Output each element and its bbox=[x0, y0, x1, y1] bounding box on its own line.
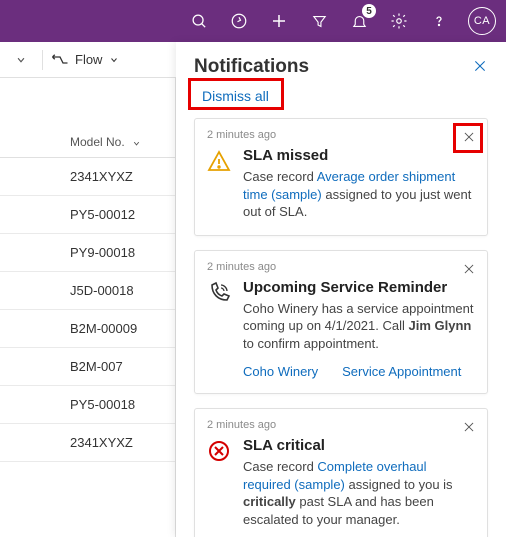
notification-title: Upcoming Service Reminder bbox=[243, 279, 475, 296]
table-row[interactable]: PY9-00018 bbox=[0, 234, 175, 272]
table-row[interactable]: J5D-00018 bbox=[0, 272, 175, 310]
notification-timestamp: 2 minutes ago bbox=[207, 129, 475, 141]
close-panel-icon[interactable] bbox=[472, 58, 488, 77]
flow-label-text: Flow bbox=[75, 52, 102, 67]
notification-badge: 5 bbox=[362, 4, 376, 18]
back-chevron-icon[interactable] bbox=[8, 53, 34, 67]
error-icon bbox=[207, 437, 233, 528]
table-row[interactable]: PY5-00012 bbox=[0, 196, 175, 234]
notification-card-sla-critical: 2 minutes ago SLA critical Case record C… bbox=[194, 408, 488, 537]
filter-icon[interactable] bbox=[308, 10, 330, 32]
column-header-model-no[interactable]: Model No. bbox=[0, 78, 175, 158]
notification-body: Coho Winery has a service appointment co… bbox=[243, 300, 475, 353]
table-row[interactable]: 2341XYXZ bbox=[0, 158, 175, 196]
notification-body: Case record Average order shipment time … bbox=[243, 168, 475, 221]
dismiss-card-icon[interactable] bbox=[459, 127, 479, 147]
plus-icon[interactable] bbox=[268, 10, 290, 32]
notification-title: SLA critical bbox=[243, 437, 475, 454]
dismiss-card-icon[interactable] bbox=[459, 417, 479, 437]
notifications-icon[interactable]: 5 bbox=[348, 10, 370, 32]
user-avatar[interactable]: CA bbox=[468, 7, 496, 35]
notifications-title: Notifications bbox=[194, 56, 309, 78]
search-icon[interactable] bbox=[188, 10, 210, 32]
warning-icon bbox=[207, 147, 233, 221]
flow-dropdown[interactable]: Flow bbox=[51, 52, 120, 67]
phone-icon bbox=[207, 279, 233, 353]
table-row[interactable]: PY5-00018 bbox=[0, 386, 175, 424]
notification-timestamp: 2 minutes ago bbox=[207, 261, 475, 273]
action-link-service-appointment[interactable]: Service Appointment bbox=[342, 364, 461, 379]
action-link-coho-winery[interactable]: Coho Winery bbox=[243, 364, 318, 379]
table-row[interactable]: 2341XYXZ bbox=[0, 424, 175, 462]
notification-body: Case record Complete overhaul required (… bbox=[243, 458, 475, 528]
settings-icon[interactable] bbox=[388, 10, 410, 32]
app-top-bar: 5 CA bbox=[0, 0, 506, 42]
notifications-panel: Notifications Dismiss all 2 minutes ago … bbox=[176, 42, 506, 537]
help-icon[interactable] bbox=[428, 10, 450, 32]
dismiss-all-link[interactable]: Dismiss all bbox=[194, 84, 277, 108]
notification-title: SLA missed bbox=[243, 147, 475, 164]
table-row[interactable]: B2M-00009 bbox=[0, 310, 175, 348]
notification-timestamp: 2 minutes ago bbox=[207, 419, 475, 431]
table-row[interactable]: B2M-007 bbox=[0, 348, 175, 386]
dismiss-card-icon[interactable] bbox=[459, 259, 479, 279]
notification-card-reminder: 2 minutes ago Upcoming Service Reminder … bbox=[194, 250, 488, 395]
column-header-label: Model No. bbox=[70, 135, 125, 149]
toolbar-divider bbox=[42, 50, 43, 70]
data-grid: Model No. 2341XYXZ PY5-00012 PY9-00018 J… bbox=[0, 78, 176, 537]
target-icon[interactable] bbox=[228, 10, 250, 32]
notification-card-sla-missed: 2 minutes ago SLA missed Case record Ave… bbox=[194, 118, 488, 236]
